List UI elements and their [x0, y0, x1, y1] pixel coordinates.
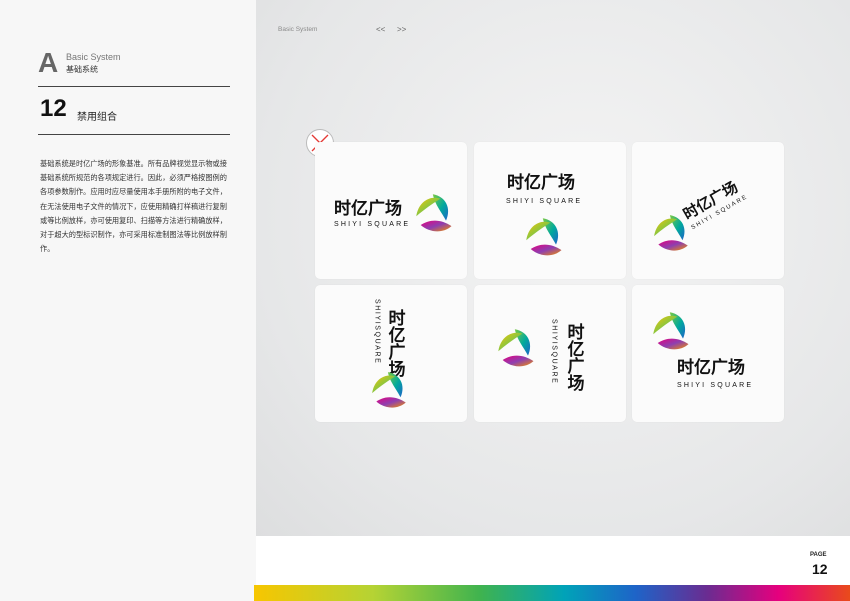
logo-card: SHIYISQUARE 时亿广场 — [474, 285, 626, 422]
section-title-cn: 基础系统 — [66, 65, 98, 74]
next-button[interactable]: >> — [397, 25, 406, 34]
logo-wordmark-cn: 时亿广场 — [677, 357, 745, 377]
body-text: 基础系统是时亿广场的形象基准。所有品牌视觉显示物或接基础系统所规范的各项规定进行… — [40, 159, 227, 254]
section-letter: A — [38, 47, 59, 78]
logo-wordmark-cn: 时亿广场 — [507, 172, 575, 192]
left-panel — [0, 0, 256, 601]
page-title: 禁用组合 — [77, 112, 117, 123]
logo-wordmark-en: SHIYISQUARE — [551, 319, 558, 384]
logo-mark-icon — [372, 372, 406, 408]
logo-mark-icon — [654, 215, 688, 251]
prev-button[interactable]: << — [376, 25, 385, 34]
logo-card: 时亿广场 SHIYI SQUARE — [632, 285, 784, 422]
logo-wordmark-cn: 时亿广场 — [334, 198, 402, 218]
logo-card: 时亿广场 SHIYI SQUARE — [632, 142, 784, 279]
color-gradient-bar — [254, 585, 850, 601]
logo-mark-icon — [653, 312, 689, 350]
logo-wordmark-en: SHIYI SQUARE — [506, 198, 582, 205]
divider — [38, 134, 230, 135]
logo-wordmark-en: SHIYI SQUARE — [334, 221, 410, 228]
logo-wordmark-en: SHIYI SQUARE — [677, 382, 753, 389]
logo-mark-icon — [498, 329, 534, 367]
header-title: Basic System — [278, 26, 318, 33]
section-title-en: Basic System — [66, 52, 121, 62]
divider — [38, 86, 230, 87]
logo-card: 时亿广场 SHIYI SQUARE — [315, 142, 467, 279]
logo-mark-icon — [526, 218, 562, 256]
logo-wordmark-cn: 时亿广场 — [386, 309, 406, 378]
page-label: PAGE — [810, 552, 827, 558]
page-number-footer: 12 — [812, 561, 828, 577]
page-number: 12 — [40, 95, 67, 122]
logo-wordmark-cn: 时亿广场 — [565, 323, 585, 392]
logo-wordmark-en: SHIYISQUARE — [374, 299, 381, 364]
logo-card: 时亿广场 SHIYI SQUARE — [474, 142, 626, 279]
logo-mark-icon — [416, 194, 452, 232]
logo-card: 时亿广场 SHIYISQUARE — [315, 285, 467, 422]
